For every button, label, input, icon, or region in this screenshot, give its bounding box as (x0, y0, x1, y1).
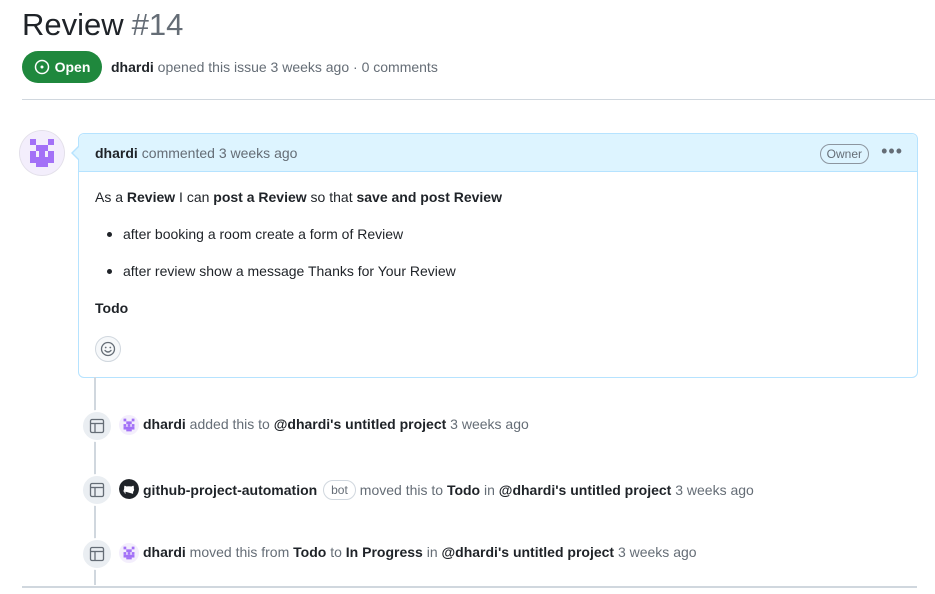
kebab-horizontal-icon[interactable]: ••• (881, 142, 903, 160)
list-item: after booking a room create a form of Re… (123, 226, 404, 242)
identicon-avatar-icon (119, 415, 139, 435)
status-todo: Todo (293, 544, 327, 560)
project-table-icon (89, 546, 105, 562)
timeline-bottom-divider (22, 586, 917, 588)
event-text: moved this from (189, 544, 294, 560)
issue-meta: dhardi opened this issue 3 weeks ago · 0… (111, 59, 438, 75)
bullet-marker (107, 269, 112, 274)
story-text-2: I can (175, 189, 214, 205)
event-text: in (480, 482, 499, 498)
status-in-progress: In Progress (345, 544, 423, 560)
event-time[interactable]: 3 weeks ago (671, 482, 754, 498)
issue-title: Review #14 (22, 4, 183, 46)
identicon-avatar-icon (119, 543, 139, 563)
issue-title-text: Review (22, 7, 124, 42)
comment-pointer-fill (73, 146, 80, 160)
project-table-icon (89, 482, 105, 498)
timeline-event-icon (81, 538, 113, 570)
event-actor-avatar[interactable] (119, 479, 139, 499)
timeline-event-text: dhardi added this to @dhardi's untitled … (143, 416, 529, 432)
comment-author-avatar[interactable] (20, 131, 64, 175)
event-time[interactable]: 3 weeks ago (446, 416, 529, 432)
issue-state-label: Open (54, 59, 91, 75)
event-text: moved this to (359, 482, 447, 498)
event-actor-link[interactable]: dhardi (143, 544, 186, 560)
list-item: after review show a message Thanks for Y… (123, 263, 456, 279)
header-divider (22, 99, 935, 100)
bullet-marker (107, 232, 112, 237)
event-text: in (422, 544, 442, 560)
identicon-avatar-icon (20, 131, 64, 175)
issue-meta-text: opened this issue 3 weeks ago · 0 commen… (157, 59, 438, 75)
issue-opened-icon (34, 59, 49, 75)
issue-number: #14 (131, 7, 184, 42)
todo-heading: Todo (95, 300, 128, 316)
comment-box: dhardi commented 3 weeks ago Owner ••• A… (78, 133, 918, 378)
story-text-1: As a (95, 189, 127, 205)
status-todo: Todo (446, 482, 481, 498)
story-bold-3: save and post Review (356, 189, 502, 205)
project-link[interactable]: @dhardi's untitled project (274, 416, 447, 432)
comment-action-text[interactable]: commented 3 weeks ago (142, 145, 298, 161)
event-actor-link[interactable]: github-project-automation (143, 482, 317, 498)
smiley-icon (100, 341, 116, 357)
timeline-event-text: github-project-automation bot moved this … (143, 480, 754, 500)
story-text-3: so that (306, 189, 357, 205)
event-text: added this to (189, 416, 274, 432)
project-table-icon (89, 418, 105, 434)
timeline-event-text: dhardi moved this from Todo to In Progre… (143, 544, 697, 560)
project-link[interactable]: @dhardi's untitled project (499, 482, 672, 498)
issue-state-badge: Open (22, 51, 102, 83)
story-bold-1: Review (126, 189, 176, 205)
todo-bold: Todo (95, 300, 129, 316)
owner-badge: Owner (819, 144, 869, 164)
story-paragraph: As a Review I can post a Review so that … (95, 189, 502, 205)
event-time[interactable]: 3 weeks ago (614, 544, 697, 560)
event-actor-link[interactable]: dhardi (143, 416, 186, 432)
event-actor-avatar[interactable] (119, 543, 139, 563)
add-reaction-button[interactable] (95, 336, 121, 362)
comment-author-link[interactable]: dhardi (95, 145, 138, 161)
timeline-event-icon (81, 410, 113, 442)
timeline-event-icon (81, 474, 113, 506)
project-link[interactable]: @dhardi's untitled project (442, 544, 615, 560)
issue-author-link[interactable]: dhardi (111, 59, 154, 75)
github-mark-icon (119, 479, 139, 499)
comment-header: dhardi commented 3 weeks ago Owner ••• (79, 134, 917, 172)
story-bold-2: post a Review (213, 189, 307, 205)
event-actor-avatar[interactable] (119, 415, 139, 435)
bot-badge: bot (323, 480, 356, 500)
event-text: to (326, 544, 346, 560)
